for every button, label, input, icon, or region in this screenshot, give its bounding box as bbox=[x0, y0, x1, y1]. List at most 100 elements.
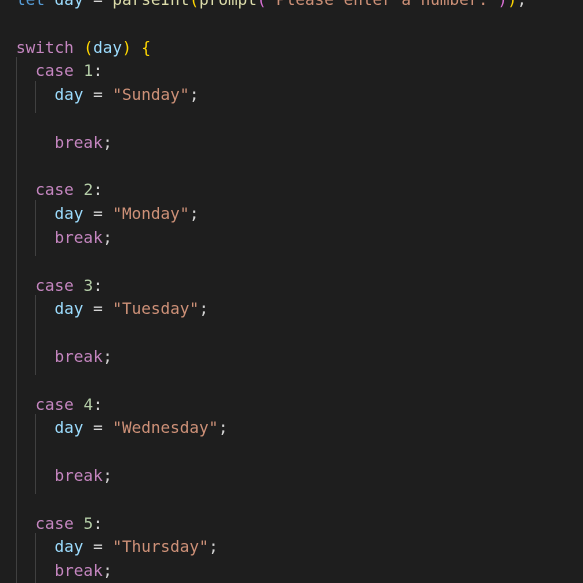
code-line[interactable]: break; bbox=[16, 559, 113, 583]
code-token: = bbox=[83, 299, 113, 319]
code-line[interactable]: break; bbox=[16, 226, 113, 250]
code-token: : bbox=[93, 180, 103, 200]
code-line[interactable]: case 5: bbox=[16, 512, 103, 536]
code-line[interactable]: let day = parseInt(prompt("Please enter … bbox=[16, 0, 527, 12]
code-token: ; bbox=[517, 0, 527, 9]
code-token: day bbox=[54, 299, 84, 319]
code-token: case bbox=[35, 394, 74, 414]
code-token: day bbox=[54, 204, 84, 224]
code-token: ) bbox=[507, 0, 517, 9]
code-line[interactable]: break; bbox=[16, 464, 113, 488]
code-token: ( bbox=[257, 0, 267, 9]
code-token: ; bbox=[199, 299, 209, 319]
code-line[interactable]: case 4: bbox=[16, 393, 103, 417]
code-token: break bbox=[54, 347, 103, 366]
code-token: switch bbox=[16, 37, 74, 57]
code-token: "Wednesday" bbox=[112, 418, 219, 438]
code-token: "Sunday" bbox=[112, 85, 190, 105]
code-token: ) bbox=[121, 37, 132, 57]
code-token: ; bbox=[189, 204, 200, 224]
code-token: 2 bbox=[83, 180, 94, 200]
code-token: ; bbox=[218, 418, 228, 438]
code-token: : bbox=[93, 275, 103, 295]
code-line[interactable]: day = "Sunday"; bbox=[16, 83, 200, 107]
code-token: { bbox=[141, 37, 151, 57]
code-token: break bbox=[54, 132, 103, 152]
code-token: = bbox=[83, 204, 113, 224]
code-token: ( bbox=[189, 0, 199, 9]
code-token: day bbox=[93, 37, 122, 57]
code-token: case bbox=[35, 513, 74, 533]
code-token: "Thursday" bbox=[112, 537, 209, 557]
code-token: 4 bbox=[83, 394, 94, 414]
code-token: let bbox=[16, 0, 45, 9]
code-line[interactable]: day = "Tuesday"; bbox=[16, 297, 209, 321]
code-token: break bbox=[54, 228, 103, 247]
code-token: = bbox=[83, 85, 113, 105]
code-token: day bbox=[54, 418, 84, 438]
code-line[interactable]: break; bbox=[16, 345, 113, 369]
code-token: : bbox=[93, 61, 103, 81]
code-token: ; bbox=[102, 561, 113, 581]
code-token: day bbox=[54, 85, 84, 105]
code-token: ; bbox=[208, 537, 219, 557]
code-token: break bbox=[54, 466, 103, 485]
code-editor[interactable]: let day = parseInt(prompt("Please enter … bbox=[0, 0, 583, 583]
code-token: ; bbox=[102, 228, 113, 247]
code-token: ; bbox=[102, 132, 113, 152]
code-token: day bbox=[54, 537, 84, 557]
code-token: ; bbox=[102, 466, 113, 485]
code-token: "Monday" bbox=[112, 204, 190, 224]
code-token: : bbox=[93, 394, 103, 414]
code-token: : bbox=[93, 513, 103, 533]
code-token: = bbox=[83, 418, 113, 438]
code-token: = bbox=[83, 0, 112, 9]
code-token: prompt bbox=[199, 0, 257, 9]
code-line[interactable]: switch (day) { bbox=[16, 36, 151, 60]
code-token: ( bbox=[83, 37, 94, 57]
code-token: ; bbox=[102, 347, 113, 366]
code-token: ; bbox=[189, 85, 200, 105]
code-line[interactable]: day = "Thursday"; bbox=[16, 535, 219, 559]
code-token: 5 bbox=[83, 513, 94, 533]
code-line[interactable]: day = "Wednesday"; bbox=[16, 416, 228, 440]
code-token: break bbox=[54, 561, 103, 581]
code-token: ) bbox=[498, 0, 508, 9]
code-line[interactable]: case 2: bbox=[16, 178, 103, 202]
code-token: case bbox=[35, 180, 74, 200]
code-token: "Tuesday" bbox=[112, 299, 200, 319]
code-token: 1 bbox=[83, 61, 94, 81]
code-line[interactable]: case 1: bbox=[16, 59, 103, 83]
code-token: "Please enter a number:" bbox=[267, 0, 498, 9]
code-token: case bbox=[35, 61, 74, 81]
code-token: parseInt bbox=[112, 0, 189, 9]
code-line[interactable]: day = "Monday"; bbox=[16, 202, 200, 226]
code-line[interactable]: break; bbox=[16, 131, 113, 155]
code-token: case bbox=[35, 275, 74, 295]
code-token: 3 bbox=[83, 275, 94, 295]
code-line[interactable]: case 3: bbox=[16, 274, 103, 298]
code-token: = bbox=[83, 537, 113, 557]
